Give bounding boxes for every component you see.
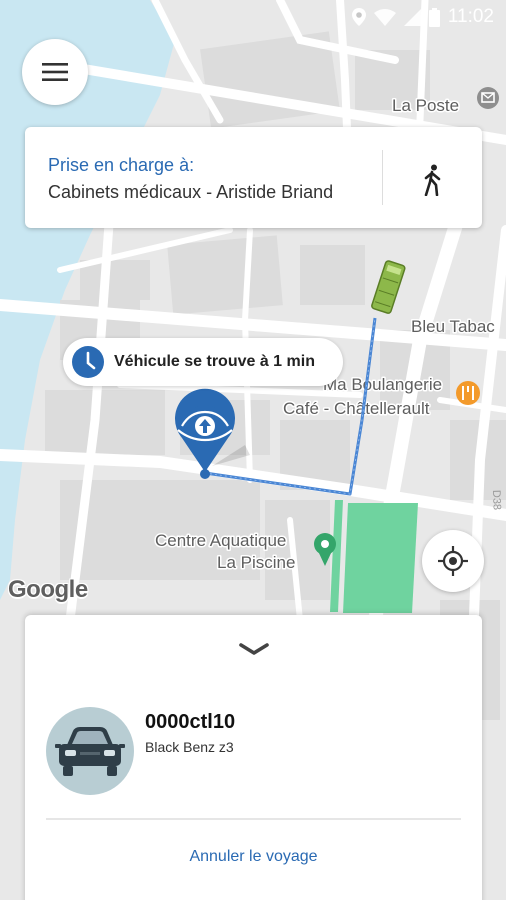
status-time: 11:02 xyxy=(447,6,494,27)
google-attribution: Google xyxy=(8,576,88,603)
sheet-divider xyxy=(46,818,461,820)
menu-button[interactable] xyxy=(22,39,88,105)
pickup-card[interactable]: Prise en charge à: Cabinets médicaux - A… xyxy=(25,127,482,228)
walk-button[interactable] xyxy=(410,157,455,202)
wifi-icon xyxy=(373,8,396,26)
trip-bottom-sheet: 0000ctl10 Black Benz z3 Annuler le voyag… xyxy=(25,615,482,900)
crosshair-icon xyxy=(438,546,468,576)
chevron-down-icon xyxy=(239,643,269,655)
hamburger-menu-icon xyxy=(42,63,68,81)
location-icon xyxy=(351,8,366,26)
map-label-boulangerie: Ma Boulangerie xyxy=(323,375,442,394)
clock-icon xyxy=(72,346,104,378)
map-label-la-poste: La Poste xyxy=(392,96,459,115)
vehicle-id: 0000ctl10 xyxy=(145,711,236,733)
battery-icon xyxy=(428,7,440,27)
cancel-trip-button[interactable]: Annuler le voyage xyxy=(25,848,482,866)
walking-person-icon xyxy=(424,164,440,196)
map-label-d38: D38 xyxy=(490,490,503,511)
map-label-cafe: Café - Châtellerault xyxy=(283,399,430,418)
map-label-la-piscine: La Piscine xyxy=(217,553,295,572)
eta-bubble: Véhicule se trouve à 1 min xyxy=(63,338,343,386)
eta-text: Véhicule se trouve à 1 min xyxy=(114,353,315,370)
vehicle-avatar xyxy=(46,707,134,795)
collapse-sheet-button[interactable] xyxy=(236,637,272,661)
map-label-centre-aquatique: Centre Aquatique xyxy=(155,531,286,550)
my-location-button[interactable] xyxy=(422,530,484,592)
pickup-divider xyxy=(382,150,383,205)
pickup-title: Prise en charge à: xyxy=(48,155,195,175)
pickup-address[interactable]: Cabinets médicaux - Aristide Briand xyxy=(48,182,333,203)
signal-icon xyxy=(403,8,421,26)
status-bar: 11:02 xyxy=(0,0,506,34)
vehicle-model: Black Benz z3 xyxy=(145,739,234,755)
car-icon xyxy=(55,727,125,776)
map-label-bleu-tabac: Bleu Tabac xyxy=(411,317,495,336)
